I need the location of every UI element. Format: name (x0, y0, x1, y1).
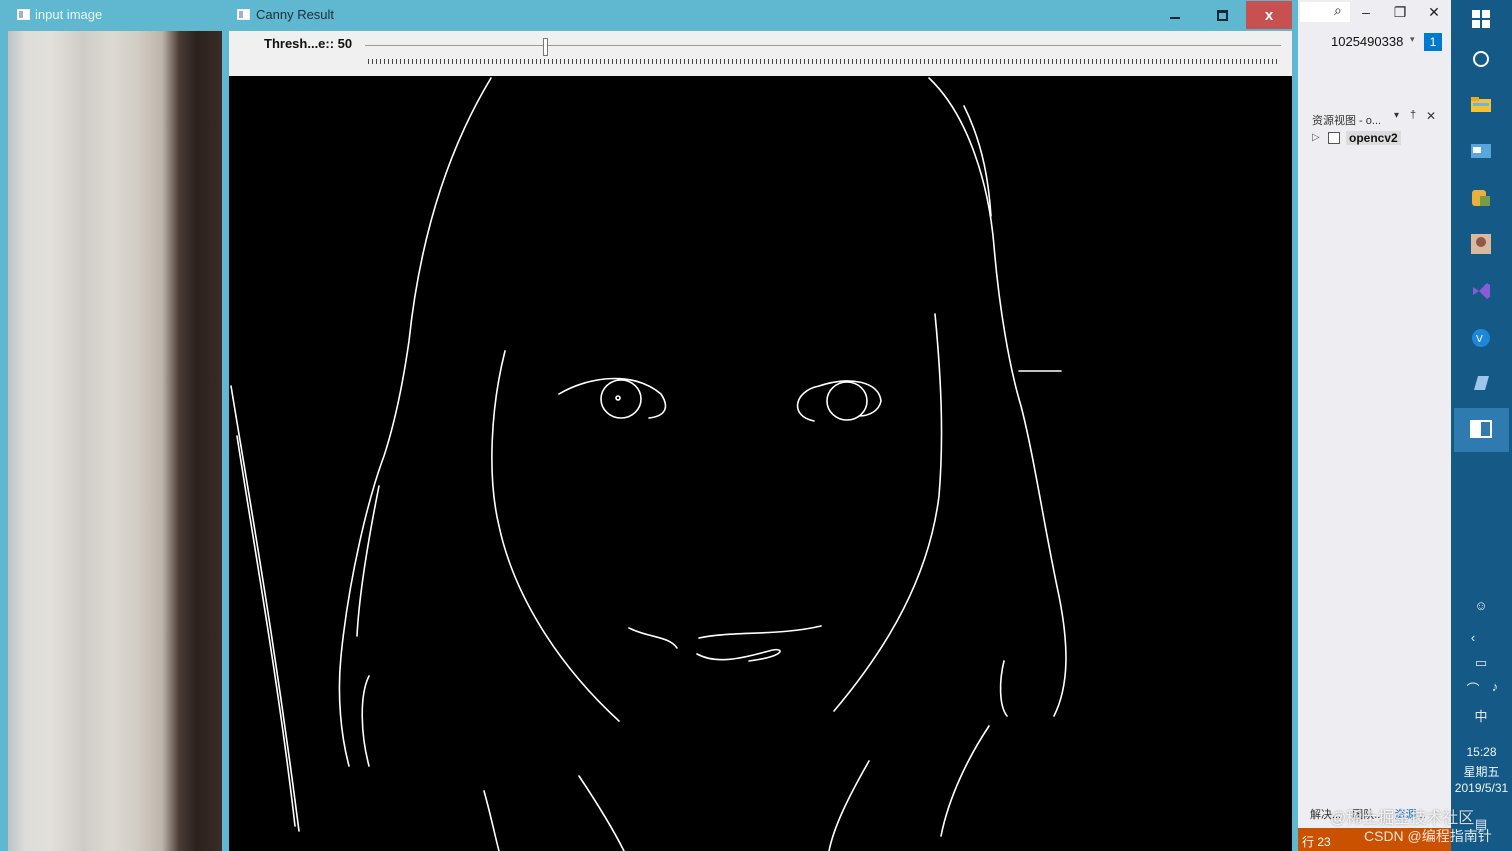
edge-eye-left (600, 379, 642, 419)
expand-arrow-icon[interactable]: ▷ (1312, 132, 1320, 143)
file-explorer-icon[interactable] (1467, 90, 1495, 118)
edge-face-right (833, 313, 943, 712)
watermark-juejin: @稀土掘金技术社区 (1330, 810, 1475, 827)
edge-face-left (491, 350, 620, 722)
minimize-button[interactable] (1152, 1, 1198, 29)
edge-mouth (698, 625, 822, 639)
input-photo (8, 31, 222, 851)
maximize-button[interactable] (1199, 1, 1245, 29)
edge-strand-a (361, 675, 370, 767)
trackbar-track[interactable] (365, 45, 1281, 46)
edge-strand-e (940, 725, 990, 837)
tree-label: opencv2 (1346, 131, 1401, 145)
windows-taskbar: V ☺ ‹ ▭ ⌒ ♪ 中 15:28 星期五 2019/5/31 ▤ (1451, 0, 1512, 851)
ide-minimize-icon[interactable]: – (1356, 4, 1376, 20)
dropdown-icon[interactable]: ▾ (1394, 110, 1399, 121)
ime-indicator[interactable]: 中 (1467, 706, 1495, 724)
trackbar-ticks (368, 59, 1280, 64)
edge-strand-d (828, 760, 870, 851)
edge-eye-left-lid (558, 377, 667, 419)
edge-lines (230, 77, 1067, 851)
resource-view-header: 资源视图 - o... ▾ † ✕ (1308, 108, 1443, 128)
status-line: 行 23 (1302, 835, 1331, 849)
svg-text:V: V (1476, 334, 1483, 345)
vs-installer-icon[interactable]: V (1467, 324, 1495, 352)
edge-frame-left-2 (236, 435, 296, 827)
trackbar-thumb[interactable] (542, 38, 548, 56)
taskbar-active-app[interactable] (1454, 408, 1509, 452)
window-icon (237, 9, 250, 20)
clock-date[interactable]: 2019/5/31 (1451, 781, 1512, 795)
close-icon: x (1264, 6, 1274, 24)
canny-titlebar[interactable]: Canny Result x (222, 0, 1298, 30)
input-image-title: input image (35, 7, 103, 22)
edge-eye-right-lid (796, 380, 882, 422)
clock-time[interactable]: 15:28 (1451, 745, 1512, 759)
edge-lips (696, 648, 781, 662)
account-dropdown-icon[interactable]: ▾ (1410, 34, 1415, 45)
ide-close-icon[interactable]: ✕ (1424, 4, 1444, 21)
close-button[interactable]: x (1246, 1, 1292, 29)
close-pane-icon[interactable]: ✕ (1426, 109, 1436, 123)
cortana-search-icon[interactable] (1467, 45, 1495, 73)
search-box[interactable]: ⌕ (1300, 2, 1350, 22)
maximize-icon (1216, 9, 1228, 21)
windows-start-icon[interactable] (1467, 5, 1495, 33)
edge-hair-left (338, 77, 492, 767)
window-icon (17, 9, 30, 20)
edge-pupil-left (615, 395, 621, 401)
control-panel-icon[interactable] (1467, 137, 1495, 165)
database-tool-icon[interactable] (1467, 183, 1495, 211)
resource-view-title: 资源视图 - o... (1312, 115, 1382, 127)
canny-edge-image (229, 76, 1292, 851)
edge-strand-b (483, 790, 500, 851)
trackbar-label: Thresh...e:: 50 (264, 36, 353, 51)
pin-icon[interactable]: † (1410, 109, 1416, 121)
notes-app-icon[interactable] (1467, 369, 1495, 397)
trackbar-panel: Thresh...e:: 50 (229, 31, 1292, 76)
visual-studio-icon[interactable] (1467, 277, 1495, 305)
input-image-window[interactable]: input image (0, 0, 222, 851)
project-icon (1328, 132, 1340, 144)
ide-restore-icon[interactable]: ❐ (1390, 4, 1410, 21)
input-image-titlebar[interactable]: input image (8, 0, 222, 30)
edge-strand-f (999, 660, 1008, 717)
clock-weekday[interactable]: 星期五 (1451, 763, 1512, 780)
minimize-icon (1170, 17, 1180, 19)
notification-badge[interactable]: 1 (1424, 33, 1442, 51)
edge-eye-right (826, 381, 868, 421)
edge-hair-right (928, 77, 1067, 717)
edge-strand-c (578, 775, 625, 851)
canny-result-window[interactable]: Canny Result x Thresh...e:: 50 (222, 0, 1298, 851)
photo-viewer-icon[interactable] (1467, 230, 1495, 258)
people-icon[interactable]: ☺ (1467, 598, 1495, 616)
watermark-csdn: CSDN @编程指南针 (1364, 828, 1492, 844)
ide-panel: ⌕ – ❐ ✕ 1025490338 ▾ 1 资源视图 - o... ▾ † ✕… (1298, 0, 1451, 851)
show-hidden-icons-chevron-icon[interactable]: ‹ (1459, 630, 1487, 648)
account-name[interactable]: 1025490338 (1331, 34, 1403, 49)
search-icon[interactable]: ⌕ (1334, 2, 1342, 19)
battery-icon[interactable]: ▭ (1467, 655, 1495, 673)
volume-icon[interactable]: ♪ (1481, 679, 1509, 697)
edge-nose (628, 627, 678, 649)
canny-title: Canny Result (256, 7, 335, 22)
